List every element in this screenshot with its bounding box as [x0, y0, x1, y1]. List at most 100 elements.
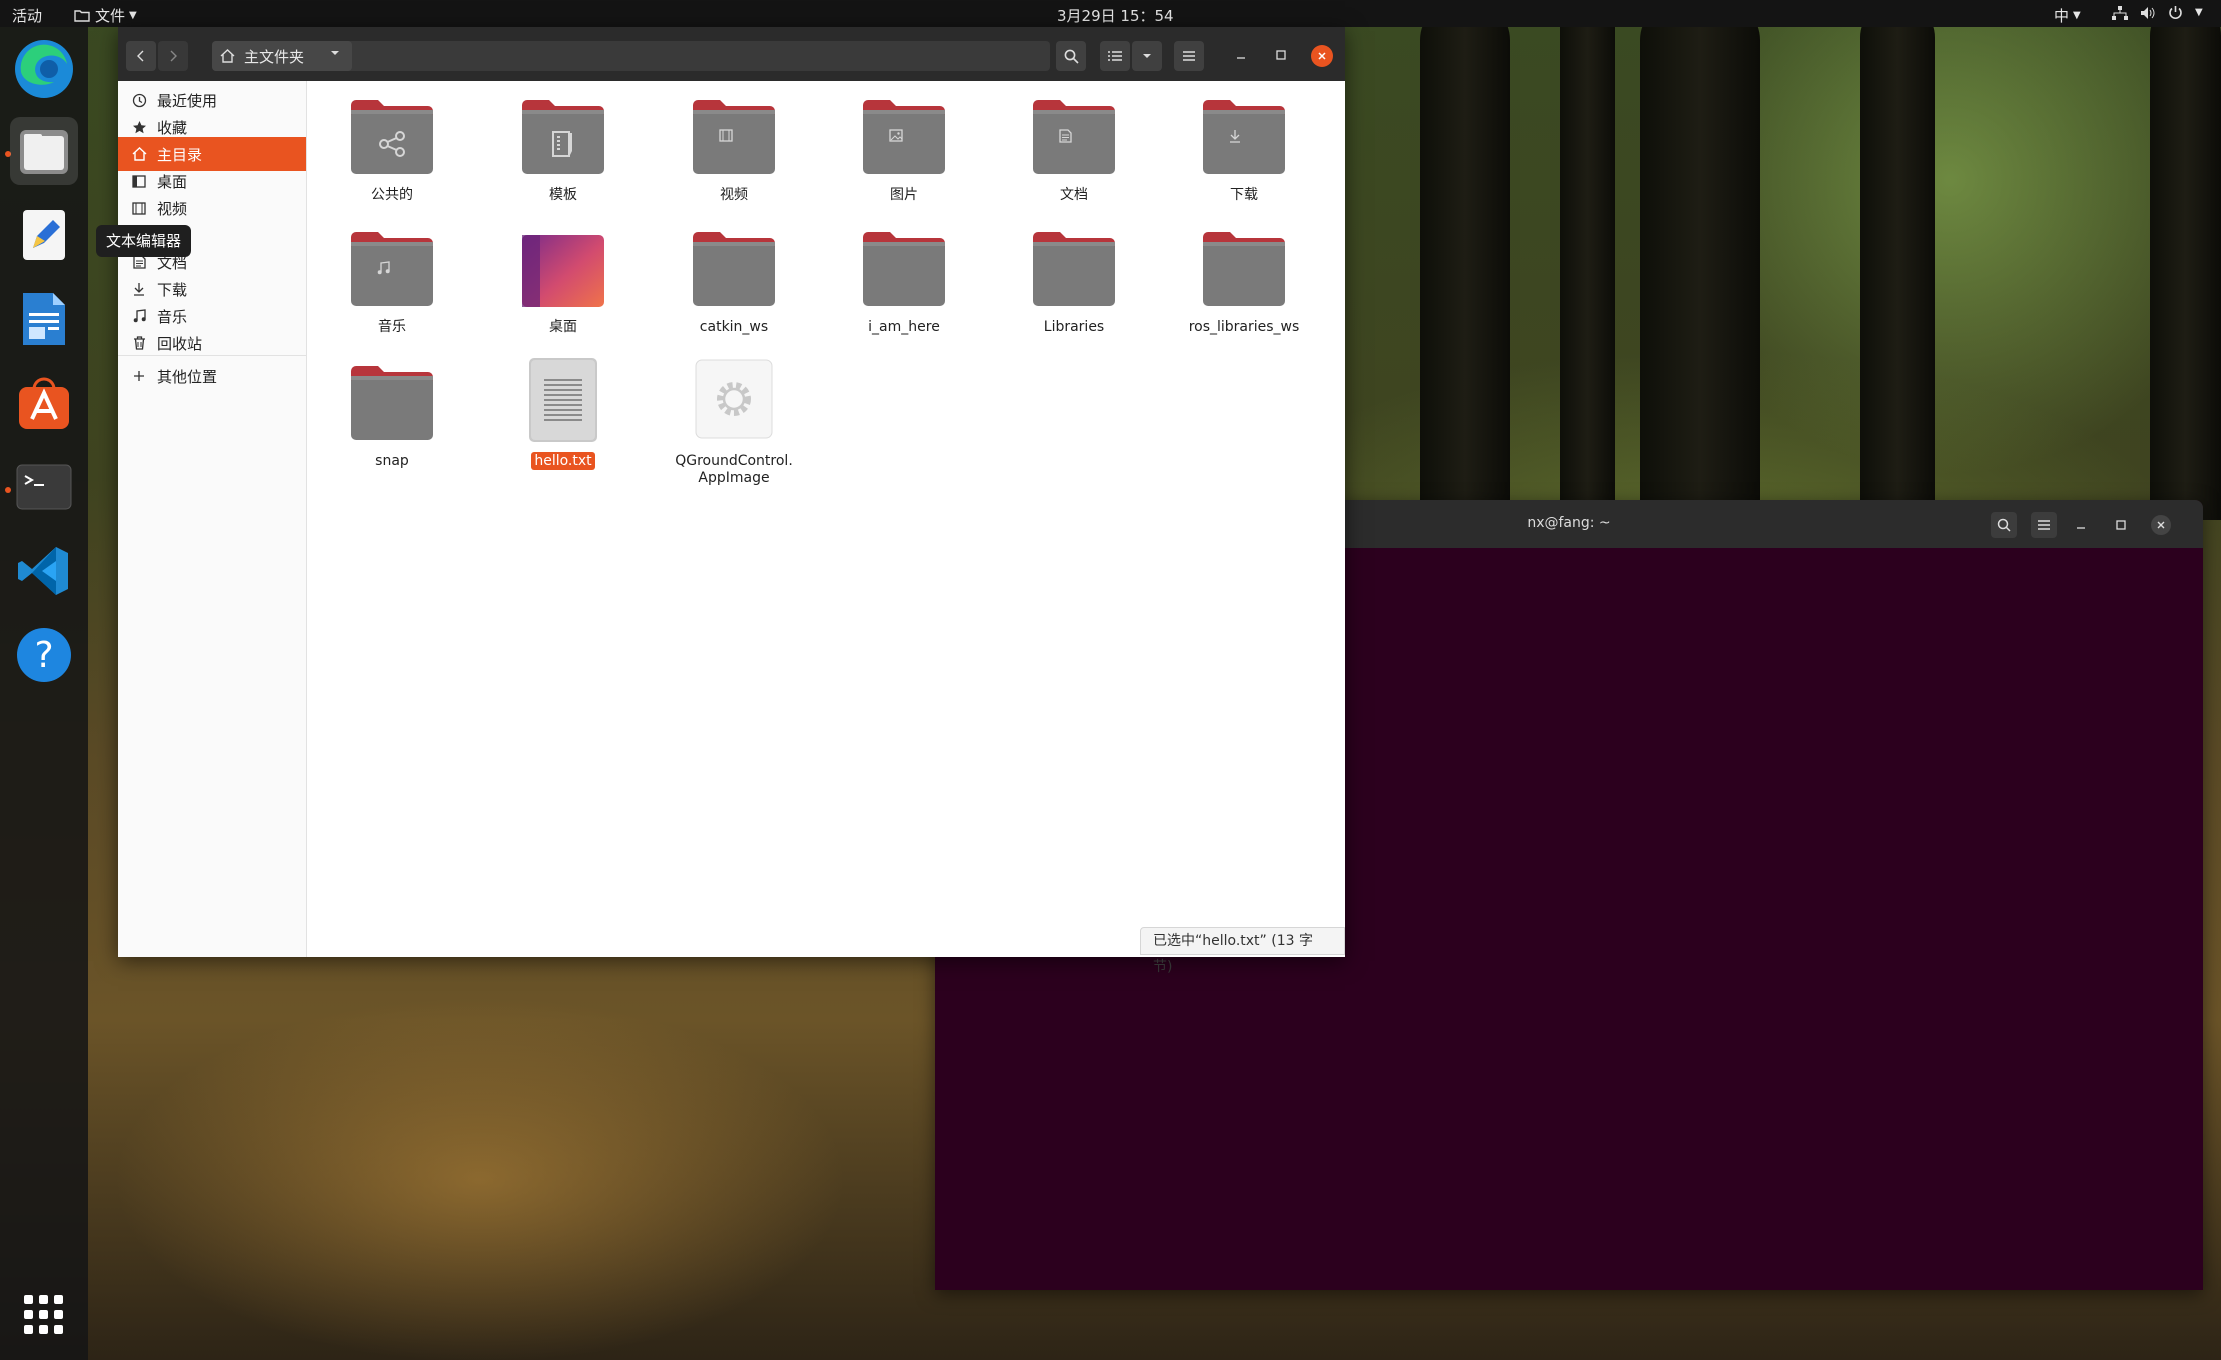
- folder-item[interactable]: 文档: [994, 97, 1154, 204]
- item-label-text: 文档: [1060, 187, 1088, 203]
- sidebar-separator: [118, 355, 306, 356]
- back-button[interactable]: [126, 41, 156, 71]
- power-icon: [2168, 5, 2183, 20]
- item-label-text: 公共的: [371, 187, 413, 203]
- vscode-icon: [16, 543, 72, 599]
- system-menu[interactable]: ▼: [2112, 5, 2203, 20]
- folder-icon: [691, 229, 777, 309]
- search-button[interactable]: [1056, 41, 1086, 71]
- sidebar-item-plus[interactable]: 其他位置: [118, 359, 306, 393]
- close-button[interactable]: [1311, 45, 1333, 67]
- terminal-maximize-button[interactable]: [2108, 512, 2134, 538]
- folder-item[interactable]: Libraries: [994, 229, 1154, 336]
- path-bar[interactable]: 主文件夹: [212, 41, 1050, 71]
- item-label-text: ros_libraries_ws: [1188, 319, 1300, 335]
- folder-item[interactable]: 模板: [483, 97, 643, 204]
- folder-icon: [1201, 229, 1287, 309]
- sidebar-item-label: 音乐: [157, 307, 188, 326]
- home-icon: [131, 146, 147, 162]
- sidebar-item-label: 视频: [157, 199, 188, 218]
- places-sidebar: 最近使用收藏主目录桌面视频图片文档下载音乐回收站其他位置: [118, 81, 307, 957]
- folder-item[interactable]: 视频: [654, 97, 814, 204]
- file-item[interactable]: QGroundControl.AppImage: [654, 357, 814, 487]
- item-label-text: 图片: [890, 187, 918, 203]
- file-grid[interactable]: 公共的 模板 视频 图片 文档 下载音乐 桌面 catkin_ws i_am_here Libra…: [308, 81, 1345, 957]
- app-grid-icon: [22, 1293, 66, 1337]
- close-icon: [2151, 515, 2171, 535]
- appimage-icon: [691, 357, 777, 443]
- dock-app-text-editor[interactable]: [10, 201, 78, 269]
- item-label: 文档: [994, 187, 1154, 204]
- item-label-text: Libraries: [1043, 319, 1105, 335]
- file-item[interactable]: hello.txt: [483, 357, 643, 470]
- dock-tooltip: 文本编辑器: [96, 225, 192, 257]
- sidebar-item-label: 其他位置: [157, 367, 218, 386]
- item-label: 音乐: [312, 319, 472, 336]
- folder-item[interactable]: i_am_here: [824, 229, 984, 336]
- minimize-button[interactable]: [1230, 44, 1252, 66]
- path-home-label: 主文件夹: [244, 48, 305, 66]
- dock-app-edge[interactable]: [10, 35, 78, 103]
- files-icon: [18, 126, 70, 176]
- view-options-button[interactable]: [1132, 41, 1162, 71]
- item-label: ros_libraries_ws: [1164, 319, 1324, 336]
- volume-icon: [2140, 6, 2156, 20]
- folder-icon: [349, 363, 435, 443]
- folder-item[interactable]: 音乐: [312, 229, 472, 336]
- folder-item[interactable]: ros_libraries_ws: [1164, 229, 1324, 336]
- folder-item[interactable]: 图片: [824, 97, 984, 204]
- text-file-icon: [520, 357, 606, 443]
- maximize-button[interactable]: [1270, 44, 1292, 66]
- terminal-close-button[interactable]: [2148, 512, 2174, 538]
- terminal-menu-button[interactable]: [2031, 512, 2057, 538]
- desktop-folder-icon: [520, 229, 606, 309]
- main-menu-button[interactable]: [1174, 41, 1204, 71]
- files-window[interactable]: 主文件夹 最近使用 收藏 主目录 桌面 视频 文档 下载 音乐 回收站 其他位置…: [118, 27, 1345, 975]
- terminal-minimize-button[interactable]: [2068, 512, 2094, 538]
- path-home-button[interactable]: 主文件夹: [212, 41, 352, 71]
- clock[interactable]: 3月29日 15：54: [1057, 5, 1174, 26]
- item-label: 图片: [824, 187, 984, 204]
- sidebar-item-label: 主目录: [157, 145, 203, 164]
- activities-button[interactable]: 活动: [12, 5, 42, 26]
- dock-app-software[interactable]: [10, 369, 78, 437]
- dock-app-terminal[interactable]: [10, 453, 78, 521]
- chevron-down-icon: ▼: [129, 10, 137, 21]
- sidebar-item-label: 桌面: [157, 172, 188, 191]
- minimize-icon: [2076, 520, 2086, 530]
- sidebar-item-label: 下载: [157, 280, 188, 299]
- chevron-left-icon: [136, 49, 146, 63]
- dock-app-vscode[interactable]: [10, 537, 78, 605]
- help-icon: ?: [16, 627, 72, 683]
- item-label-text: snap: [375, 453, 409, 469]
- forward-button[interactable]: [158, 41, 188, 71]
- input-method-menu[interactable]: 中 ▼: [2054, 5, 2081, 26]
- dock-app-files[interactable]: [10, 117, 78, 185]
- item-label-text: 音乐: [378, 319, 406, 335]
- folder-icon: [349, 229, 435, 309]
- top-bar: 活动 文件 ▼ 3月29日 15：54 中 ▼ ▼: [0, 0, 2221, 27]
- plus-icon: [131, 368, 147, 384]
- folder-icon: [691, 97, 777, 177]
- folder-item[interactable]: 桌面: [483, 229, 643, 336]
- minimize-icon: [1236, 50, 1246, 60]
- folder-item[interactable]: catkin_ws: [654, 229, 814, 336]
- folder-item[interactable]: 公共的: [312, 97, 472, 204]
- item-label-text: 视频: [720, 187, 748, 203]
- view-list-button[interactable]: [1100, 41, 1130, 71]
- software-store-icon: [16, 375, 72, 431]
- dock-app-writer[interactable]: [10, 285, 78, 353]
- app-menu[interactable]: 文件 ▼: [74, 5, 137, 26]
- item-label: 桌面: [483, 319, 643, 336]
- hamburger-icon: [2037, 519, 2051, 531]
- folder-item[interactable]: 下载: [1164, 97, 1324, 204]
- folder-icon: [861, 97, 947, 177]
- dock-app-help[interactable]: ?: [10, 621, 78, 689]
- terminal-search-button[interactable]: [1991, 512, 2017, 538]
- item-label: QGroundControl.AppImage: [654, 453, 814, 487]
- show-apps-button[interactable]: [10, 1281, 78, 1349]
- video-icon: [131, 200, 147, 216]
- svg-text:?: ?: [34, 635, 53, 676]
- folder-item[interactable]: snap: [312, 363, 472, 470]
- files-headerbar[interactable]: 主文件夹: [118, 27, 1345, 81]
